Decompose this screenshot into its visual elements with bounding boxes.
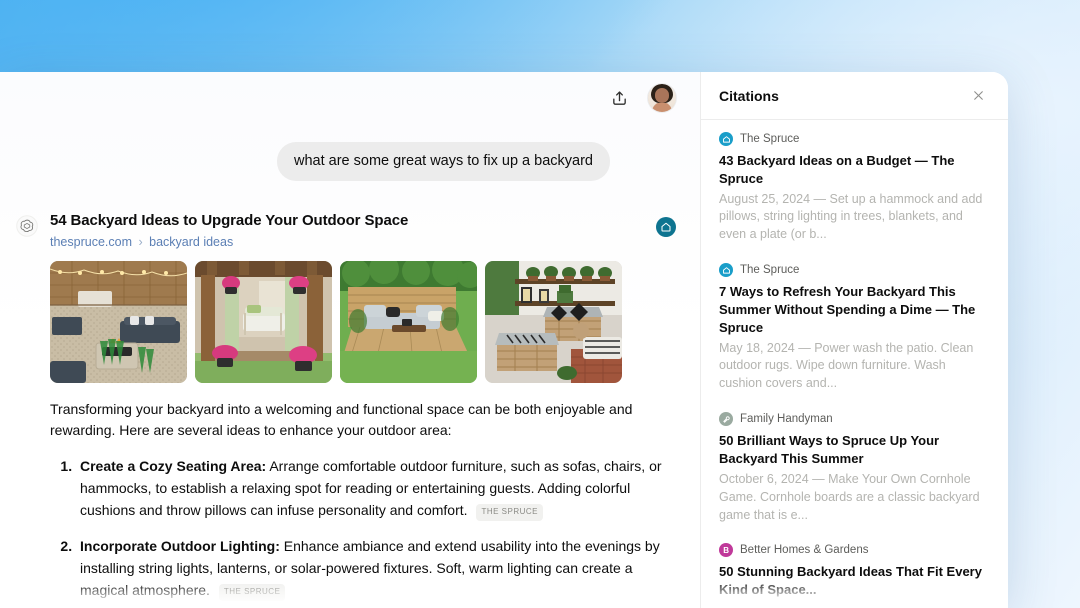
share-upload-icon[interactable]	[604, 83, 634, 113]
thumbnail-image[interactable]	[195, 260, 332, 383]
thumbnail-strip	[50, 260, 676, 383]
the-spruce-favicon-icon	[719, 132, 733, 146]
citation-title: 50 Stunning Backyard Ideas That Fit Ever…	[719, 564, 982, 598]
citations-title: Citations	[719, 87, 779, 104]
assistant-message-row: 54 Backyard Ideas to Upgrade Your Outdoo…	[0, 181, 700, 608]
citation-chip[interactable]: THE SPRUCE	[218, 584, 286, 601]
citation-source: The Spruce	[719, 263, 990, 278]
citation-item[interactable]: The Spruce 43 Backyard Ideas on a Budget…	[719, 132, 990, 244]
breadcrumb: thespruce.com › backyard ideas	[50, 235, 408, 249]
citation-item[interactable]: Family Handyman 50 Brilliant Ways to Spr…	[719, 412, 990, 524]
chatgpt-window: what are some great ways to fix up a bac…	[0, 72, 1008, 608]
citation-snippet: May 7, 2024 — Whether you're looking for…	[719, 602, 990, 608]
citation-source-name: Family Handyman	[740, 413, 833, 426]
citation-source: Family Handyman	[719, 412, 990, 427]
thumbnail-image[interactable]	[340, 260, 477, 383]
breadcrumb-separator-icon: ›	[138, 234, 143, 249]
source-card-header: 54 Backyard Ideas to Upgrade Your Outdoo…	[50, 211, 676, 249]
user-message-bubble: what are some great ways to fix up a bac…	[276, 142, 610, 182]
citation-snippet: October 6, 2024 — Make Your Own Cornhole…	[719, 471, 980, 522]
breadcrumb-path[interactable]: backyard ideas	[149, 235, 233, 249]
citations-header: Citations	[701, 72, 1008, 120]
better-homes-gardens-favicon-icon: B	[719, 543, 733, 558]
family-handyman-wrench-favicon-icon	[719, 412, 733, 427]
citation-title: 43 Backyard Ideas on a Budget — The Spru…	[719, 153, 955, 186]
user-message-row: what are some great ways to fix up a bac…	[0, 124, 700, 182]
list-item: Create a Cozy Seating Area: Arrange comf…	[76, 456, 676, 522]
intro-paragraph: Transforming your backyard into a welcom…	[50, 400, 633, 439]
chat-panel: what are some great ways to fix up a bac…	[0, 72, 700, 608]
breadcrumb-domain[interactable]: thespruce.com	[50, 235, 132, 249]
citation-title: 7 Ways to Refresh Your Backyard This Sum…	[719, 284, 976, 335]
citation-source: B Better Homes & Gardens	[719, 543, 990, 558]
close-icon[interactable]	[966, 84, 990, 108]
page-title: 54 Backyard Ideas to Upgrade Your Outdoo…	[50, 212, 409, 230]
citation-item[interactable]: B Better Homes & Gardens 50 Stunning Bac…	[719, 543, 990, 608]
chatgpt-logo-icon	[14, 213, 40, 239]
citations-list[interactable]: The Spruce 43 Backyard Ideas on a Budget…	[701, 120, 1008, 608]
ideas-list: Create a Cozy Seating Area: Arrange comf…	[50, 456, 676, 608]
the-spruce-home-icon[interactable]	[656, 217, 676, 238]
list-item-heading: Incorporate Outdoor Lighting:	[80, 538, 280, 555]
citation-source-name: Better Homes & Gardens	[740, 544, 869, 557]
citation-snippet: August 25, 2024 — Set up a hammock and a…	[719, 191, 983, 242]
assistant-prose: Transforming your backyard into a welcom…	[50, 399, 676, 608]
citation-title: 50 Brilliant Ways to Spruce Up Your Back…	[719, 433, 940, 467]
citation-snippet: May 18, 2024 — Power wash the patio. Cle…	[719, 340, 974, 391]
the-spruce-favicon-icon	[719, 263, 733, 278]
list-item: Incorporate Outdoor Lighting: Enhance am…	[76, 536, 676, 602]
citation-source: The Spruce	[719, 132, 990, 146]
thumbnail-image[interactable]	[50, 260, 187, 383]
chat-topbar	[0, 72, 700, 124]
thumbnail-image[interactable]	[485, 260, 622, 383]
assistant-content: 54 Backyard Ideas to Upgrade Your Outdoo…	[50, 211, 676, 608]
citation-source-name: The Spruce	[740, 133, 800, 145]
citation-source-name: The Spruce	[740, 264, 800, 277]
citation-item[interactable]: The Spruce 7 Ways to Refresh Your Backya…	[719, 263, 990, 393]
avatar[interactable]	[648, 84, 676, 112]
list-item-heading: Create a Cozy Seating Area:	[80, 458, 267, 475]
citation-chip[interactable]: THE SPRUCE	[476, 504, 543, 521]
citations-panel: Citations The Spruce 43 Backyard Ideas o…	[700, 72, 1008, 608]
